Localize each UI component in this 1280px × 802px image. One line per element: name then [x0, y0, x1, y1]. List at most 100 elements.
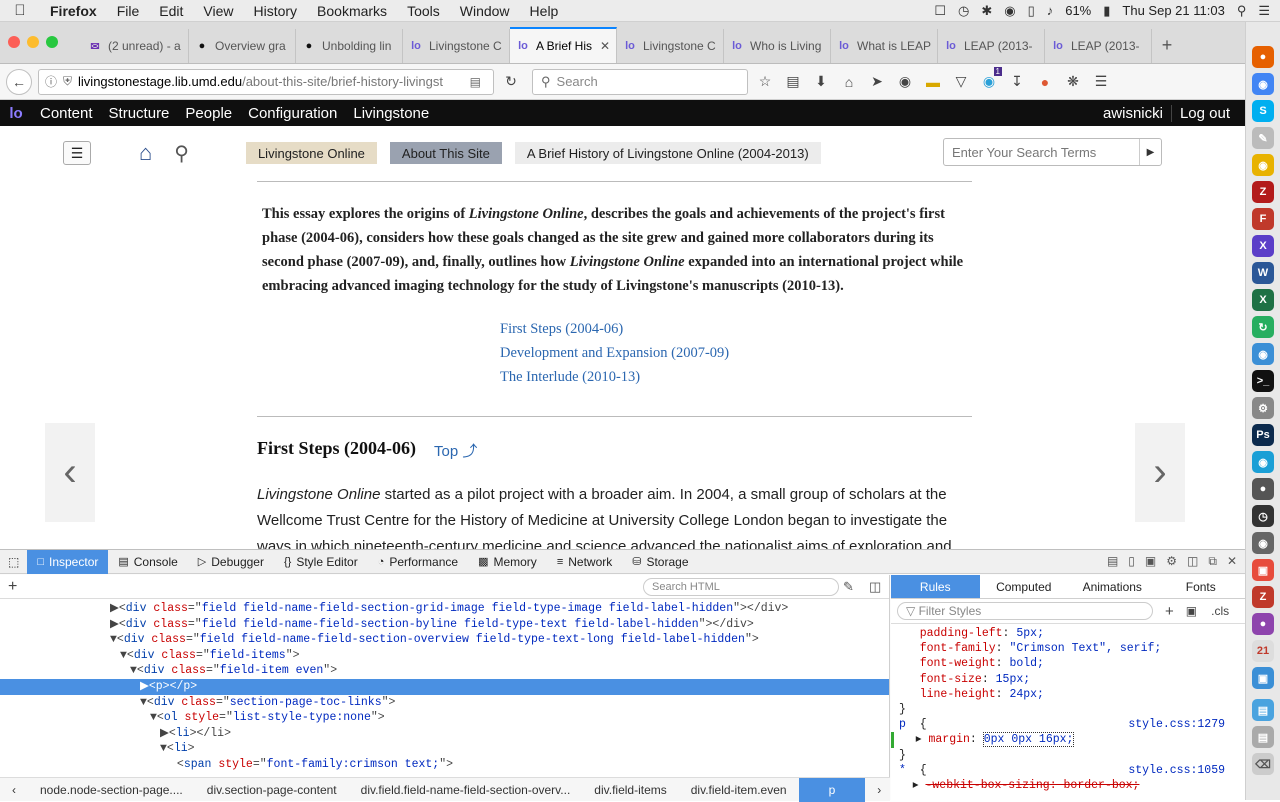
extension-badge-icon[interactable]: ◉ 1: [978, 66, 1002, 93]
downloads-stack-icon[interactable]: ▤: [1252, 726, 1274, 748]
tab-animations[interactable]: Animations: [1068, 575, 1157, 598]
minimize-window-icon[interactable]: [27, 36, 39, 48]
tab-storage[interactable]: ⛁ Storage: [622, 550, 698, 574]
app-yellow-icon[interactable]: ◉: [1252, 154, 1274, 176]
firefox-app-icon[interactable]: ●: [1252, 46, 1274, 68]
terminal-app-icon[interactable]: >_: [1252, 370, 1274, 392]
clock[interactable]: Thu Sep 21 11:03: [1122, 3, 1224, 18]
node-breadcrumb[interactable]: node.node-section-page....: [28, 783, 195, 797]
expand-toggle-icon[interactable]: ▼: [120, 649, 127, 662]
browser-tab[interactable]: lo Who is Living: [724, 29, 831, 63]
send-icon[interactable]: ➤: [866, 71, 888, 93]
skype-app-icon[interactable]: S: [1252, 100, 1274, 122]
apple-icon[interactable]: : [0, 2, 40, 19]
tab-network[interactable]: ≡ Network: [547, 550, 622, 574]
markup-node[interactable]: ▶<li></li>: [0, 726, 889, 742]
toggle-pseudo-classes-icon[interactable]: ▣: [1186, 604, 1197, 618]
rule-selector[interactable]: * {style.css:1059: [891, 763, 1245, 778]
tab-style-editor[interactable]: {} Style Editor: [274, 550, 368, 574]
browser-tab[interactable]: lo LEAP (2013-: [1045, 29, 1152, 63]
markup-node[interactable]: ▼<div class="section-page-toc-links">: [0, 695, 889, 711]
home-icon[interactable]: ⌂: [838, 71, 860, 93]
markup-node[interactable]: ▼<div class="field field-name-field-sect…: [0, 632, 889, 648]
bluetooth-icon[interactable]: ✱: [981, 3, 992, 19]
browser-tab[interactable]: ● Unbolding lin: [296, 29, 403, 63]
word-app-icon[interactable]: W: [1252, 262, 1274, 284]
extension-dark-icon[interactable]: ◉: [894, 71, 916, 93]
node-breadcrumb[interactable]: div.field.field-name-field-section-overv…: [349, 783, 583, 797]
airplay-icon[interactable]: ▯: [1028, 3, 1035, 19]
expand-toggle-icon[interactable]: ▼: [110, 633, 117, 646]
excel-app-icon[interactable]: X: [1252, 289, 1274, 311]
tab-debugger[interactable]: ▷ Debugger: [188, 550, 274, 574]
url-bar[interactable]: ⓘ ⛨ livingstonestage.lib.umd.edu/about-t…: [38, 68, 494, 95]
admin-people-link[interactable]: People: [177, 105, 240, 122]
cls-toggle-button[interactable]: .cls: [1211, 604, 1229, 618]
markup-node[interactable]: ▼<div class="field-items">: [0, 648, 889, 664]
rule-selector[interactable]: p {style.css:1279: [891, 717, 1245, 732]
hamburger-icon[interactable]: ☰: [63, 141, 91, 165]
app-red2-icon[interactable]: ▣: [1252, 559, 1274, 581]
expand-toggle-icon[interactable]: ▼: [130, 664, 137, 677]
eyedropper-icon[interactable]: ✎: [843, 579, 854, 595]
markup-node[interactable]: ▶<div class="field field-name-field-sect…: [0, 617, 889, 633]
markup-node[interactable]: ▼<ol style="list-style-type:none">: [0, 710, 889, 726]
folder-app-icon[interactable]: ▤: [1252, 699, 1274, 721]
expand-toggle-icon[interactable]: ▶: [110, 602, 119, 615]
breadcrumb-livingstone-online[interactable]: Livingstone Online: [245, 142, 377, 164]
breadcrumb-scroll-right-icon[interactable]: ›: [865, 783, 893, 797]
drupal-logo-icon[interactable]: lo: [0, 105, 32, 122]
rule-declaration[interactable]: font-family: "Crimson Text", serif;: [891, 641, 1245, 656]
add-node-icon[interactable]: +: [8, 578, 17, 596]
markup-node[interactable]: ▼<li>: [0, 741, 889, 757]
back-button[interactable]: ←: [6, 68, 32, 95]
menu-file[interactable]: File: [107, 3, 150, 19]
rule-declaration[interactable]: font-size: 15px;: [891, 672, 1245, 687]
extension-yellow-icon[interactable]: ▬: [922, 71, 944, 93]
menu-app[interactable]: Firefox: [40, 3, 107, 19]
app-purple-icon[interactable]: X: [1252, 235, 1274, 257]
tab-computed[interactable]: Computed: [980, 575, 1069, 598]
rule-declaration[interactable]: padding-left: 5px;: [891, 626, 1245, 641]
browser-search-input[interactable]: ⚲ Search: [532, 68, 748, 95]
tab-inspector[interactable]: □ Inspector: [27, 549, 109, 574]
notification-center-icon[interactable]: ☰: [1258, 3, 1270, 19]
breadcrumb-scroll-left-icon[interactable]: ‹: [0, 783, 28, 797]
expand-toggle-icon[interactable]: ▼: [140, 696, 147, 709]
rule-close[interactable]: }: [891, 702, 1245, 717]
download-icon[interactable]: ⬇: [810, 71, 832, 93]
spotlight-icon[interactable]: ⚲: [1237, 3, 1247, 19]
browser-app-icon[interactable]: ◉: [1252, 343, 1274, 365]
expand-toggle-icon[interactable]: ▼: [150, 711, 157, 724]
pocket-icon[interactable]: ▽: [950, 71, 972, 93]
expand-toggle-icon[interactable]: ▶: [110, 618, 119, 631]
rule-declaration[interactable]: ▸ margin: 0px 0px 16px;: [891, 732, 1245, 748]
duckduckgo-icon[interactable]: ●: [1034, 71, 1056, 93]
admin-livingstone-link[interactable]: Livingstone: [345, 105, 437, 122]
extension-puzzle-icon[interactable]: ❋: [1062, 71, 1084, 93]
toggle-sidebar-icon[interactable]: ◫: [869, 579, 881, 595]
separate-window-icon[interactable]: ⧉: [1208, 554, 1217, 569]
tracking-shield-icon[interactable]: ⛨: [63, 74, 72, 89]
tab-memory[interactable]: ▩ Memory: [468, 550, 547, 574]
breadcrumb-about-this-site[interactable]: About This Site: [389, 142, 502, 164]
browser-tab[interactable]: lo Livingstone C: [617, 29, 724, 63]
markup-node[interactable]: ▼<div class="field-item even">: [0, 663, 889, 679]
menu-edit[interactable]: Edit: [149, 3, 193, 19]
hamburger-menu-icon[interactable]: ☰: [1090, 71, 1112, 93]
markup-node[interactable]: <span style="font-family:crimson text;">: [0, 757, 889, 773]
prev-page-button[interactable]: ‹: [45, 423, 95, 522]
node-breadcrumb[interactable]: div.field-items: [582, 783, 678, 797]
chrome-app-icon[interactable]: ◉: [1252, 73, 1274, 95]
browser-tab[interactable]: ✉ (2 unread) - a: [82, 29, 189, 63]
photoshop-app-icon[interactable]: Ps: [1252, 424, 1274, 446]
node-breadcrumb[interactable]: div.field-item.even: [679, 783, 799, 797]
menu-tools[interactable]: Tools: [397, 3, 450, 19]
reader-view-icon[interactable]: ▤: [470, 75, 481, 89]
toc-link-first-steps[interactable]: First Steps (2004-06): [500, 317, 729, 341]
rule-close[interactable]: }: [891, 748, 1245, 763]
close-devtools-icon[interactable]: ✕: [1227, 554, 1237, 569]
menu-window[interactable]: Window: [450, 3, 520, 19]
menu-help[interactable]: Help: [520, 3, 569, 19]
tab-console[interactable]: ▤ Console: [108, 550, 187, 574]
